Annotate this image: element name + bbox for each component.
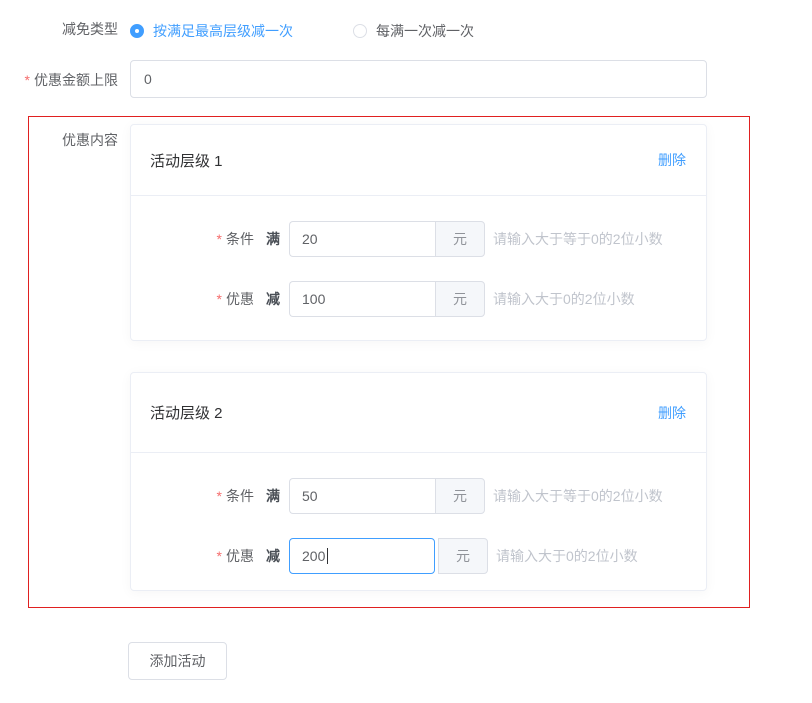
required-asterisk: * — [25, 72, 30, 88]
radio-selected-icon[interactable] — [130, 24, 144, 38]
condition-label: * 条件 满 — [131, 486, 289, 506]
card-header: 活动层级 1 删除 — [131, 125, 706, 196]
discount-row: * 优惠 减 元 请输入大于0的2位小数 — [131, 281, 706, 317]
activity-level-title: 活动层级 1 — [150, 150, 223, 171]
condition-row: * 条件 满 元 请输入大于等于0的2位小数 — [131, 478, 706, 514]
condition-prefix: 满 — [266, 229, 280, 249]
discount-input-focused[interactable] — [289, 538, 435, 574]
input-hint: 请输入大于0的2位小数 — [496, 546, 638, 566]
condition-input[interactable] — [289, 478, 435, 514]
activity-level-card-2: 活动层级 2 删除 * 条件 满 元 请输入大于等于0的2位小数 * 优惠 减 — [130, 372, 707, 591]
radio-option-label[interactable]: 每满一次减一次 — [376, 21, 474, 41]
activity-level-title: 活动层级 2 — [150, 402, 223, 423]
delete-link[interactable]: 删除 — [658, 150, 686, 170]
required-asterisk: * — [217, 231, 222, 247]
required-asterisk: * — [217, 488, 222, 504]
condition-label-text: 条件 — [226, 486, 254, 506]
discount-input[interactable] — [289, 281, 435, 317]
activity-level-card-1: 活动层级 1 删除 * 条件 满 元 请输入大于等于0的2位小数 * 优惠 减 — [130, 124, 707, 341]
discount-input-group: 元 — [289, 281, 485, 317]
radio-option-every-time[interactable]: 每满一次减一次 — [353, 21, 474, 41]
discount-label-text: 优惠 — [226, 289, 254, 309]
condition-input-group: 元 — [289, 478, 485, 514]
input-hint: 请输入大于等于0的2位小数 — [493, 229, 663, 249]
unit-suffix: 元 — [435, 221, 485, 257]
max-discount-label: *优惠金额上限 — [0, 73, 118, 87]
discount-label: * 优惠 减 — [131, 546, 289, 566]
max-discount-label-text: 优惠金额上限 — [34, 72, 118, 88]
condition-input-group: 元 — [289, 221, 485, 257]
condition-input[interactable] — [289, 221, 435, 257]
max-discount-input[interactable] — [130, 60, 707, 98]
condition-label: * 条件 满 — [131, 229, 289, 249]
radio-option-label[interactable]: 按满足最高层级减一次 — [153, 21, 293, 41]
card-header: 活动层级 2 删除 — [131, 373, 706, 453]
reduction-type-radio-group: 按满足最高层级减一次 每满一次减一次 — [130, 21, 474, 41]
input-hint: 请输入大于等于0的2位小数 — [493, 486, 663, 506]
discount-content-label: 优惠内容 — [0, 133, 118, 147]
discount-input-group-focused: 元 — [289, 538, 488, 574]
unit-suffix: 元 — [438, 538, 488, 574]
radio-option-highest-level[interactable]: 按满足最高层级减一次 — [130, 21, 293, 41]
delete-link[interactable]: 删除 — [658, 403, 686, 423]
text-cursor — [327, 548, 328, 564]
discount-label-text: 优惠 — [226, 546, 254, 566]
discount-row: * 优惠 减 元 请输入大于0的2位小数 — [131, 538, 706, 574]
required-asterisk: * — [217, 548, 222, 564]
condition-row: * 条件 满 元 请输入大于等于0的2位小数 — [131, 221, 706, 257]
reduction-type-label: 减免类型 — [0, 22, 118, 36]
unit-suffix: 元 — [435, 281, 485, 317]
input-hint: 请输入大于0的2位小数 — [493, 289, 635, 309]
add-activity-button[interactable]: 添加活动 — [128, 642, 227, 680]
radio-unselected-icon[interactable] — [353, 24, 367, 38]
required-asterisk: * — [217, 291, 222, 307]
discount-prefix: 减 — [266, 546, 280, 566]
discount-prefix: 减 — [266, 289, 280, 309]
discount-label: * 优惠 减 — [131, 289, 289, 309]
condition-label-text: 条件 — [226, 229, 254, 249]
card-body: * 条件 满 元 请输入大于等于0的2位小数 * 优惠 减 元 请输入大于0的2… — [131, 453, 706, 574]
condition-prefix: 满 — [266, 486, 280, 506]
card-body: * 条件 满 元 请输入大于等于0的2位小数 * 优惠 减 元 请输入大于0的2… — [131, 196, 706, 317]
unit-suffix: 元 — [435, 478, 485, 514]
